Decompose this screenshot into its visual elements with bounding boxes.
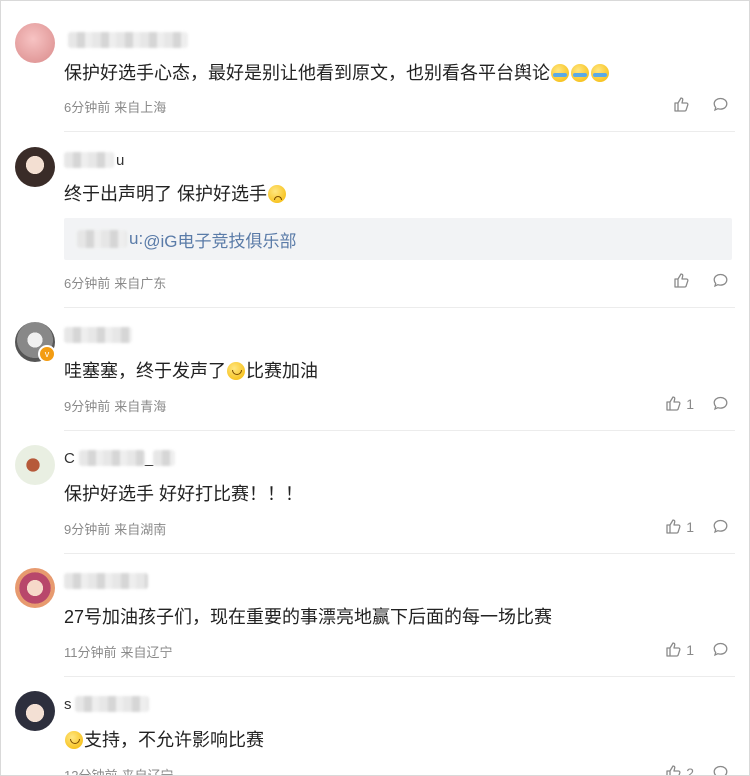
- comment-text: 终于出声明了 保护好选手: [64, 182, 287, 206]
- thumbs-up-icon: [665, 518, 682, 535]
- reply-button[interactable]: [712, 518, 729, 535]
- avatar[interactable]: [15, 23, 55, 63]
- comment-actions: 1: [665, 395, 729, 412]
- mention-link[interactable]: @iG电子竞技俱乐部: [143, 227, 296, 252]
- comment-meta: 12分钟前 来自辽宁: [64, 765, 174, 776]
- username-blurred: [64, 573, 148, 589]
- timestamp: 11分钟前: [64, 645, 117, 660]
- comment-item: C _ 保护好选手 好好打比赛！！！ 9分钟前 来自湖南 1: [1, 431, 749, 554]
- verified-badge-icon: v: [38, 345, 56, 363]
- smile-emoji-icon: [65, 731, 83, 749]
- like-button[interactable]: [673, 272, 694, 289]
- avatar[interactable]: [15, 445, 55, 485]
- avatar[interactable]: [15, 147, 55, 187]
- comment-meta: 9分钟前 来自青海: [64, 396, 166, 415]
- username[interactable]: [64, 324, 132, 346]
- location: 来自湖南: [114, 522, 167, 537]
- comment-item: v 哇塞塞，终于发声了 比赛加油 9分钟前 来自青海 1: [1, 308, 749, 431]
- comment-item: s 支持，不允许影响比赛 12分钟前 来自辽宁 2: [1, 677, 749, 776]
- timestamp: 9分钟前: [64, 522, 111, 537]
- comment-meta: 9分钟前 来自湖南: [64, 519, 166, 538]
- like-count: 1: [686, 395, 694, 412]
- comment-item: 保护好选手心态，最好是别让他看到原文，也别看各平台舆论 6分钟前 来自上海: [1, 1, 749, 132]
- reply-button[interactable]: [712, 764, 729, 775]
- reply-button[interactable]: [712, 96, 729, 113]
- reply-button[interactable]: [712, 272, 729, 289]
- comment-bubble-icon: [712, 518, 729, 535]
- location: 来自辽宁: [121, 768, 174, 776]
- tear-emoji-icon: [551, 64, 569, 82]
- thumbs-up-icon: [665, 764, 682, 775]
- comment-actions: 2: [665, 764, 729, 776]
- quoted-reply[interactable]: u: @iG电子竞技俱乐部: [64, 218, 732, 260]
- username[interactable]: [64, 570, 148, 592]
- thumbs-up-icon: [665, 641, 682, 658]
- location: 来自青海: [114, 399, 167, 414]
- username[interactable]: [64, 29, 188, 51]
- timestamp: 9分钟前: [64, 399, 111, 414]
- avatar[interactable]: [15, 691, 55, 731]
- thumbs-up-icon: [673, 272, 690, 289]
- thumbs-up-icon: [673, 96, 690, 113]
- timestamp: 12分钟前: [64, 768, 118, 776]
- comment-text: 保护好选手心态，最好是别让他看到原文，也别看各平台舆论: [64, 61, 610, 85]
- avatar[interactable]: [15, 568, 55, 608]
- reply-button[interactable]: [712, 395, 729, 412]
- like-button[interactable]: 2: [665, 764, 694, 776]
- tear-emoji-icon: [571, 64, 589, 82]
- location: 来自辽宁: [120, 645, 173, 660]
- comment-actions: 1: [665, 518, 729, 535]
- comment-text: 哇塞塞，终于发声了 比赛加油: [64, 361, 318, 381]
- like-button[interactable]: 1: [665, 641, 694, 658]
- comment-text: 27号加油孩子们，现在重要的事漂亮地赢下后面的每一场比赛: [64, 607, 553, 627]
- comment-bubble-icon: [712, 395, 729, 412]
- timestamp: 6分钟前: [64, 276, 111, 291]
- username-blurred: [74, 696, 149, 712]
- timestamp: 6分钟前: [64, 100, 111, 115]
- sad-emoji-icon: [268, 185, 286, 203]
- tear-emoji-icon: [591, 64, 609, 82]
- username[interactable]: u: [64, 149, 124, 171]
- username-blurred: [68, 32, 188, 48]
- username[interactable]: s: [64, 693, 149, 715]
- comment-meta: 6分钟前 来自上海: [64, 97, 166, 116]
- location: 来自上海: [114, 100, 167, 115]
- comment-actions: [673, 272, 729, 289]
- reply-button[interactable]: [712, 641, 729, 658]
- comment-actions: [673, 96, 729, 113]
- comment-meta: 11分钟前 来自辽宁: [64, 642, 173, 661]
- comment-item: 27号加油孩子们，现在重要的事漂亮地赢下后面的每一场比赛 11分钟前 来自辽宁 1: [1, 554, 749, 677]
- location: 来自广东: [114, 276, 167, 291]
- thumbs-up-icon: [665, 395, 682, 412]
- username[interactable]: C _: [64, 447, 176, 469]
- like-button[interactable]: 1: [665, 518, 694, 535]
- laughing-emoji-icon: [227, 362, 245, 380]
- like-count: 1: [686, 641, 694, 658]
- quoted-user-blurred: [77, 230, 127, 248]
- like-button[interactable]: [673, 96, 694, 113]
- like-count: 2: [686, 764, 694, 776]
- like-button[interactable]: 1: [665, 395, 694, 412]
- comment-bubble-icon: [712, 96, 729, 113]
- username-blurred: [153, 450, 176, 466]
- comment-text: 保护好选手 好好打比赛！！！: [64, 484, 303, 504]
- avatar[interactable]: v: [15, 322, 56, 363]
- comment-text: 支持，不允许影响比赛: [64, 728, 264, 752]
- comment-item: u 终于出声明了 保护好选手 u: @iG电子竞技俱乐部 6分钟前 来自广东: [1, 132, 749, 308]
- like-count: 1: [686, 518, 694, 535]
- comment-bubble-icon: [712, 764, 729, 775]
- comment-bubble-icon: [712, 641, 729, 658]
- comment-meta: 6分钟前 来自广东: [64, 273, 166, 292]
- comment-bubble-icon: [712, 272, 729, 289]
- comment-list: 保护好选手心态，最好是别让他看到原文，也别看各平台舆论 6分钟前 来自上海 u …: [0, 0, 750, 776]
- username-blurred: [78, 450, 145, 466]
- comment-actions: 1: [665, 641, 729, 658]
- username-blurred: [64, 152, 114, 168]
- username-blurred: [64, 327, 132, 343]
